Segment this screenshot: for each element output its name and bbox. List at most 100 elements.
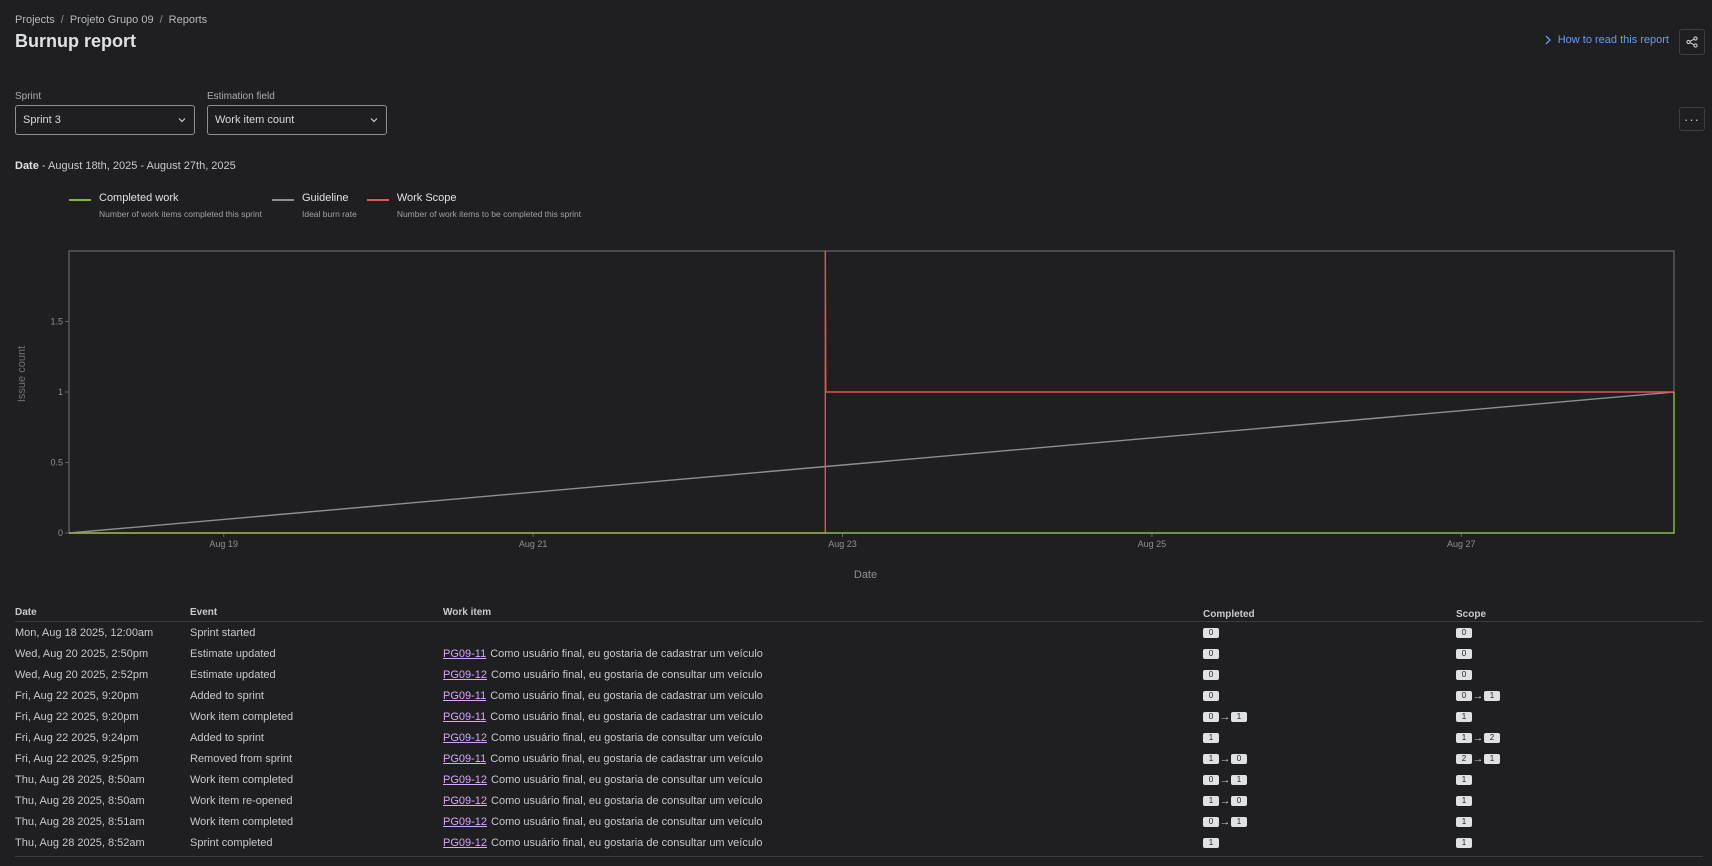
table-row: Mon, Aug 18 2025, 12:00am Sprint started 0… bbox=[15, 622, 1703, 643]
value-badge: 0 bbox=[1203, 627, 1219, 638]
breadcrumb-project[interactable]: Projeto Grupo 09 bbox=[70, 14, 154, 26]
chevron-right-icon bbox=[1545, 35, 1551, 45]
work-item-key-link[interactable]: PG09-12 bbox=[443, 774, 487, 786]
work-item-summary: Como usuário final, eu gostaria de consu… bbox=[491, 668, 763, 681]
date-range-label: Date bbox=[15, 160, 39, 172]
work-item-key-link[interactable]: PG09-12 bbox=[443, 795, 487, 807]
y-tick-label: 0.5 bbox=[50, 458, 63, 468]
header-completed: Completed bbox=[1203, 608, 1255, 620]
value-badge: 1 bbox=[1203, 753, 1219, 764]
chart-legend: Completed work Number of work items comp… bbox=[69, 192, 581, 219]
share-button[interactable] bbox=[1679, 29, 1705, 55]
legend-name: Work Scope bbox=[396, 192, 457, 204]
row-event: Work item completed bbox=[190, 815, 294, 828]
header-date: Date bbox=[15, 607, 37, 618]
row-work-item: PG09-12 Como usuário final, eu gostaria d… bbox=[443, 816, 1203, 828]
row-work-item: PG09-12 Como usuário final, eu gostaria d… bbox=[443, 732, 1203, 744]
row-scope: 0 → 1 bbox=[1456, 690, 1696, 701]
estimation-field-select[interactable]: Work item count bbox=[207, 105, 387, 135]
value-badge: 1 bbox=[1456, 774, 1472, 785]
row-completed: 0 bbox=[1203, 669, 1456, 680]
work-item-summary: Como usuário final, eu gostaria de consu… bbox=[491, 794, 763, 807]
value-badge: 2 bbox=[1484, 732, 1500, 743]
work-item-key-link[interactable]: PG09-12 bbox=[443, 732, 487, 744]
value-badge: 1 bbox=[1484, 690, 1500, 701]
table-row: Thu, Aug 28 2025, 8:52am Sprint completed… bbox=[15, 832, 1703, 853]
table-row: Thu, Aug 28 2025, 8:50am Work item re-ope… bbox=[15, 790, 1703, 811]
value-badge: 0 bbox=[1203, 669, 1219, 680]
row-work-item: PG09-11 Como usuário final, eu gostaria d… bbox=[443, 690, 1203, 702]
work-item-summary: Como usuário final, eu gostaria de cadas… bbox=[490, 647, 763, 660]
value-badge: 0 bbox=[1203, 711, 1219, 722]
work-item-summary: Como usuário final, eu gostaria de consu… bbox=[491, 773, 763, 786]
sprint-select[interactable]: Sprint 3 bbox=[15, 105, 195, 135]
series-line-guideline bbox=[68, 391, 1675, 534]
row-scope: 2 → 1 bbox=[1456, 753, 1696, 764]
arrow-right-icon: → bbox=[1219, 794, 1231, 807]
row-work-item: PG09-11 Como usuário final, eu gostaria d… bbox=[443, 711, 1203, 723]
breadcrumb-projects[interactable]: Projects bbox=[15, 14, 55, 26]
row-work-item: PG09-11 Como usuário final, eu gostaria d… bbox=[443, 753, 1203, 765]
legend-swatch bbox=[366, 199, 389, 201]
breadcrumb-reports[interactable]: Reports bbox=[169, 14, 208, 26]
legend-name: Guideline bbox=[301, 192, 349, 204]
work-item-summary: Como usuário final, eu gostaria de cadas… bbox=[490, 752, 763, 765]
row-work-item: PG09-12 Como usuário final, eu gostaria d… bbox=[443, 669, 1203, 681]
row-completed: 1 bbox=[1203, 732, 1456, 743]
row-completed: 0 → 1 bbox=[1203, 816, 1456, 827]
series-line-work-scope bbox=[69, 250, 1674, 534]
row-scope: 0 bbox=[1456, 648, 1696, 659]
x-tick-label: Aug 21 bbox=[519, 539, 548, 549]
y-axis-label: Issue count bbox=[16, 346, 28, 402]
row-completed: 0 bbox=[1203, 690, 1456, 701]
row-event: Work item completed bbox=[190, 773, 294, 786]
value-badge: 0 bbox=[1203, 690, 1219, 701]
work-item-key-link[interactable]: PG09-11 bbox=[443, 648, 486, 660]
row-event: Estimate updated bbox=[190, 668, 276, 681]
how-to-read-label: How to read this report bbox=[1557, 34, 1669, 46]
work-item-key-link[interactable]: PG09-12 bbox=[443, 816, 487, 828]
row-date: Wed, Aug 20 2025, 2:50pm bbox=[15, 647, 149, 660]
burnup-chart: 0 0.5 1 1.5 Aug 19 Aug 21 Aug 23 Aug 25 Aug 27 Da… bbox=[16, 250, 1675, 581]
value-badge: 1 bbox=[1203, 837, 1219, 848]
legend-name: Completed work bbox=[99, 192, 179, 204]
row-date: Mon, Aug 18 2025, 12:00am bbox=[15, 626, 154, 639]
work-item-key-link[interactable]: PG09-11 bbox=[443, 690, 486, 702]
row-event: Removed from sprint bbox=[190, 752, 293, 765]
value-badge: 0 bbox=[1456, 690, 1472, 701]
row-date: Fri, Aug 22 2025, 9:24pm bbox=[15, 731, 139, 744]
row-scope: 1 bbox=[1456, 774, 1696, 785]
sprint-select-value: Sprint 3 bbox=[23, 114, 61, 126]
work-item-key-link[interactable]: PG09-12 bbox=[443, 669, 487, 681]
table-row: Thu, Aug 28 2025, 8:50am Work item comple… bbox=[15, 769, 1703, 790]
legend-item-work-scope: Work Scope Number of work items to be co… bbox=[366, 192, 581, 219]
value-badge: 0 bbox=[1456, 648, 1472, 659]
row-completed: 1 → 0 bbox=[1203, 794, 1456, 807]
arrow-right-icon: → bbox=[1472, 731, 1484, 744]
value-badge: 1 bbox=[1231, 711, 1247, 722]
table-body: Mon, Aug 18 2025, 12:00am Sprint started 0… bbox=[15, 622, 1703, 853]
work-item-key-link[interactable]: PG09-11 bbox=[443, 711, 486, 723]
share-icon bbox=[1686, 36, 1698, 48]
row-event: Sprint completed bbox=[190, 836, 273, 849]
value-badge: 0 bbox=[1203, 648, 1219, 659]
value-badge: 1 bbox=[1231, 816, 1247, 827]
table-row: Fri, Aug 22 2025, 9:25pm Removed from spr… bbox=[15, 748, 1703, 769]
value-badge: 1 bbox=[1456, 711, 1472, 722]
table-row: Thu, Aug 28 2025, 8:51am Work item comple… bbox=[15, 811, 1703, 832]
work-item-summary: Como usuário final, eu gostaria de consu… bbox=[491, 836, 763, 849]
value-badge: 1 bbox=[1484, 753, 1500, 764]
legend-swatch bbox=[271, 199, 294, 201]
value-badge: 0 bbox=[1203, 774, 1219, 785]
table-row: Fri, Aug 22 2025, 9:24pm Added to sprint P… bbox=[15, 727, 1703, 748]
work-item-key-link[interactable]: PG09-11 bbox=[443, 753, 486, 765]
y-tick-label: 1 bbox=[58, 387, 63, 397]
value-badge: 1 bbox=[1203, 795, 1219, 806]
row-scope: 1 bbox=[1456, 816, 1696, 827]
work-item-key-link[interactable]: PG09-12 bbox=[443, 837, 487, 849]
row-event: Added to sprint bbox=[190, 689, 264, 702]
how-to-read-link[interactable]: How to read this report bbox=[1544, 34, 1669, 46]
value-badge: 1 bbox=[1456, 837, 1472, 848]
more-options-button[interactable]: ··· bbox=[1679, 107, 1705, 131]
sprint-label: Sprint bbox=[15, 91, 42, 102]
